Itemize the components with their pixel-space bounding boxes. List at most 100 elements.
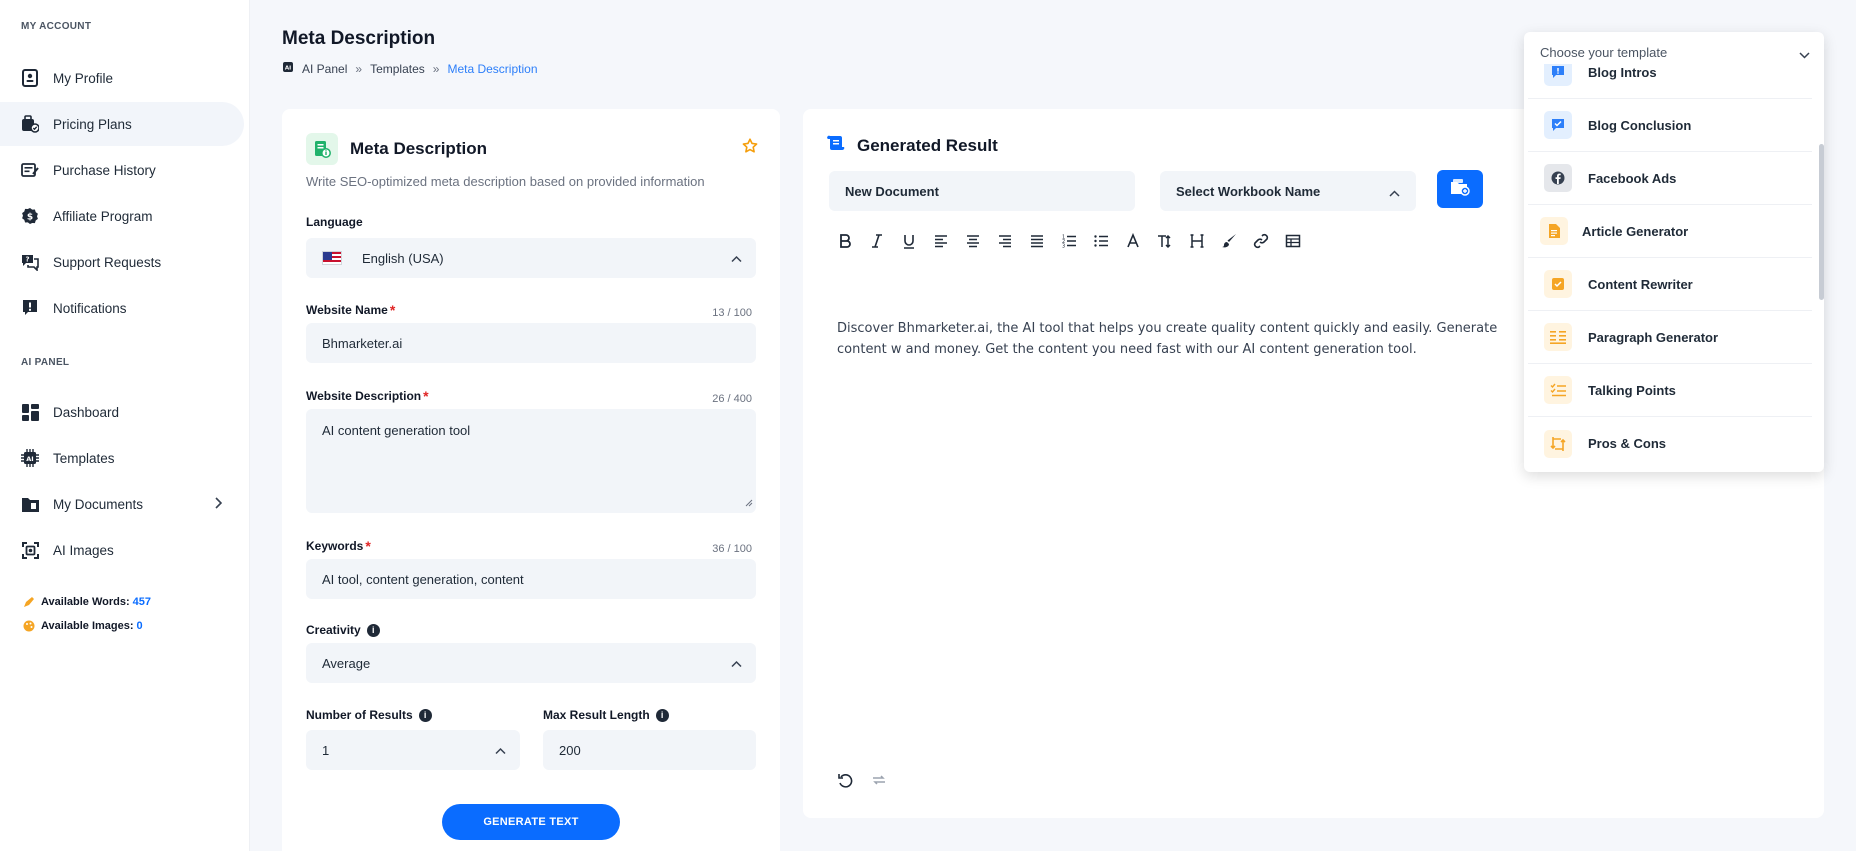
align-justify-icon[interactable] bbox=[1021, 229, 1053, 253]
number-of-results-label: Number of Results i bbox=[306, 708, 432, 722]
workbook-placeholder: Select Workbook Name bbox=[1176, 183, 1321, 199]
chevron-right-icon bbox=[214, 496, 223, 514]
language-select[interactable]: English (USA) bbox=[306, 238, 756, 278]
support-chat-icon: ? bbox=[21, 253, 39, 271]
undo-icon[interactable] bbox=[837, 772, 853, 793]
sidebar-item-notifications[interactable]: Notifications bbox=[0, 286, 244, 330]
facebook-icon bbox=[1544, 164, 1572, 192]
generate-text-button[interactable]: GENERATE TEXT bbox=[442, 804, 620, 840]
template-item-article-generator[interactable]: Article Generator bbox=[1528, 205, 1812, 258]
available-images-count: 0 bbox=[136, 620, 143, 632]
breadcrumb-current: Meta Description bbox=[447, 61, 538, 76]
article-icon bbox=[1540, 217, 1568, 245]
brush-icon[interactable] bbox=[1213, 229, 1245, 253]
ordered-list-icon[interactable]: 123 bbox=[1053, 229, 1085, 253]
template-item-label: Paragraph Generator bbox=[1588, 329, 1719, 345]
template-item-blog-conclusion[interactable]: Blog Conclusion bbox=[1528, 99, 1812, 152]
website-description-value: AI content generation tool bbox=[322, 423, 471, 438]
available-images-label: Available Images: bbox=[41, 620, 134, 632]
resize-handle-icon[interactable] bbox=[745, 495, 753, 510]
blog-conclusion-icon bbox=[1544, 111, 1572, 139]
keywords-count: 36 / 100 bbox=[712, 543, 752, 555]
pricing-tag-icon bbox=[21, 115, 39, 133]
required-mark: * bbox=[423, 388, 429, 404]
underline-icon[interactable] bbox=[893, 229, 925, 253]
heading-icon[interactable] bbox=[1181, 229, 1213, 253]
sidebar-item-support-requests[interactable]: ? Support Requests bbox=[0, 240, 244, 284]
palette-icon bbox=[23, 620, 35, 632]
alert-bubble-icon bbox=[21, 299, 39, 317]
align-center-icon[interactable] bbox=[957, 229, 989, 253]
document-name-input[interactable]: New Document bbox=[829, 171, 1135, 211]
result-title: Generated Result bbox=[857, 135, 998, 155]
align-right-icon[interactable] bbox=[989, 229, 1021, 253]
form-header: Meta Description bbox=[306, 133, 487, 165]
align-left-icon[interactable] bbox=[925, 229, 957, 253]
ai-chip-icon: AI bbox=[21, 449, 39, 467]
keywords-input[interactable]: AI tool, content generation, content bbox=[306, 559, 756, 599]
link-icon[interactable] bbox=[1245, 229, 1277, 253]
bold-icon[interactable] bbox=[829, 229, 861, 253]
form-title: Meta Description bbox=[350, 139, 487, 158]
sidebar-item-dashboard[interactable]: Dashboard bbox=[0, 390, 244, 434]
save-document-button[interactable] bbox=[1437, 170, 1483, 208]
dollar-coin-icon: $ bbox=[21, 207, 39, 225]
website-name-input[interactable]: Bhmarketer.ai bbox=[306, 323, 756, 363]
sidebar-item-templates[interactable]: AI Templates bbox=[0, 436, 244, 480]
template-item-pros-cons[interactable]: Pros & Cons bbox=[1528, 417, 1812, 470]
info-icon[interactable]: i bbox=[418, 708, 432, 722]
template-item-blog-intros[interactable]: Blog Intros bbox=[1528, 64, 1812, 99]
creativity-label-text: Creativity bbox=[306, 623, 361, 637]
sidebar-item-my-documents[interactable]: My Documents bbox=[0, 482, 244, 526]
creativity-select[interactable]: Average bbox=[306, 643, 756, 683]
sidebar-item-label: Pricing Plans bbox=[53, 116, 132, 132]
workbook-select[interactable]: Select Workbook Name bbox=[1160, 171, 1416, 211]
creativity-label: Creativity i bbox=[306, 623, 380, 637]
template-item-facebook-ads[interactable]: Facebook Ads bbox=[1528, 152, 1812, 205]
website-description-textarea[interactable]: AI content generation tool bbox=[306, 409, 756, 513]
scroll-document-icon bbox=[827, 135, 845, 156]
info-icon[interactable]: i bbox=[366, 623, 380, 637]
required-mark: * bbox=[365, 538, 371, 554]
breadcrumb-separator: » bbox=[432, 61, 440, 76]
info-icon[interactable]: i bbox=[655, 708, 669, 722]
sidebar-item-ai-images[interactable]: AI Images bbox=[0, 528, 244, 572]
sidebar-item-affiliate-program[interactable]: $ Affiliate Program bbox=[0, 194, 244, 238]
chevron-down-icon[interactable] bbox=[1799, 46, 1810, 64]
table-icon[interactable] bbox=[1277, 229, 1309, 253]
template-item-content-rewriter[interactable]: Content Rewriter bbox=[1528, 258, 1812, 311]
website-name-label: Website Name * bbox=[306, 302, 395, 318]
number-of-results-select[interactable]: 1 bbox=[306, 730, 520, 770]
max-result-length-input[interactable]: 200 bbox=[543, 730, 756, 770]
ai-panel-section-label: AI PANEL bbox=[21, 357, 70, 368]
editor-content[interactable]: Discover Bhmarketer.ai, the AI tool that… bbox=[837, 318, 1537, 362]
breadcrumb-ai-panel[interactable]: AI Panel bbox=[302, 62, 347, 76]
template-item-talking-points[interactable]: Talking Points bbox=[1528, 364, 1812, 417]
image-scan-icon bbox=[21, 541, 39, 559]
document-info-icon bbox=[306, 133, 338, 165]
italic-icon[interactable] bbox=[861, 229, 893, 253]
sidebar-item-purchase-history[interactable]: Purchase History bbox=[0, 148, 244, 192]
template-dropdown-header[interactable]: Choose your template bbox=[1540, 45, 1667, 60]
template-item-paragraph-generator[interactable]: Paragraph Generator bbox=[1528, 311, 1812, 364]
dashboard-grid-icon bbox=[21, 403, 39, 421]
redo-icon[interactable] bbox=[871, 772, 887, 793]
font-color-icon[interactable] bbox=[1117, 229, 1149, 253]
bullet-list-icon[interactable] bbox=[1085, 229, 1117, 253]
template-list-scrollbar[interactable] bbox=[1819, 144, 1824, 300]
sidebar-item-label: My Documents bbox=[53, 496, 144, 512]
sidebar-item-pricing-plans[interactable]: Pricing Plans bbox=[0, 102, 244, 146]
template-item-label: Pros & Cons bbox=[1588, 436, 1667, 451]
template-item-label: Talking Points bbox=[1588, 382, 1676, 398]
favorite-star-icon[interactable] bbox=[742, 138, 758, 159]
breadcrumb-templates[interactable]: Templates bbox=[370, 62, 425, 76]
template-item-label: Content Rewriter bbox=[1588, 276, 1693, 292]
template-item-label: Blog Conclusion bbox=[1588, 117, 1692, 133]
history-controls bbox=[837, 772, 887, 793]
sidebar-item-label: Notifications bbox=[53, 300, 127, 316]
sidebar-item-label: AI Images bbox=[53, 542, 114, 558]
template-dropdown[interactable]: Choose your template Blog Intros Blog Co… bbox=[1524, 32, 1824, 472]
sidebar-item-my-profile[interactable]: My Profile bbox=[0, 56, 244, 100]
font-size-icon[interactable] bbox=[1149, 229, 1181, 253]
my-account-section-label: MY ACCOUNT bbox=[21, 21, 92, 32]
